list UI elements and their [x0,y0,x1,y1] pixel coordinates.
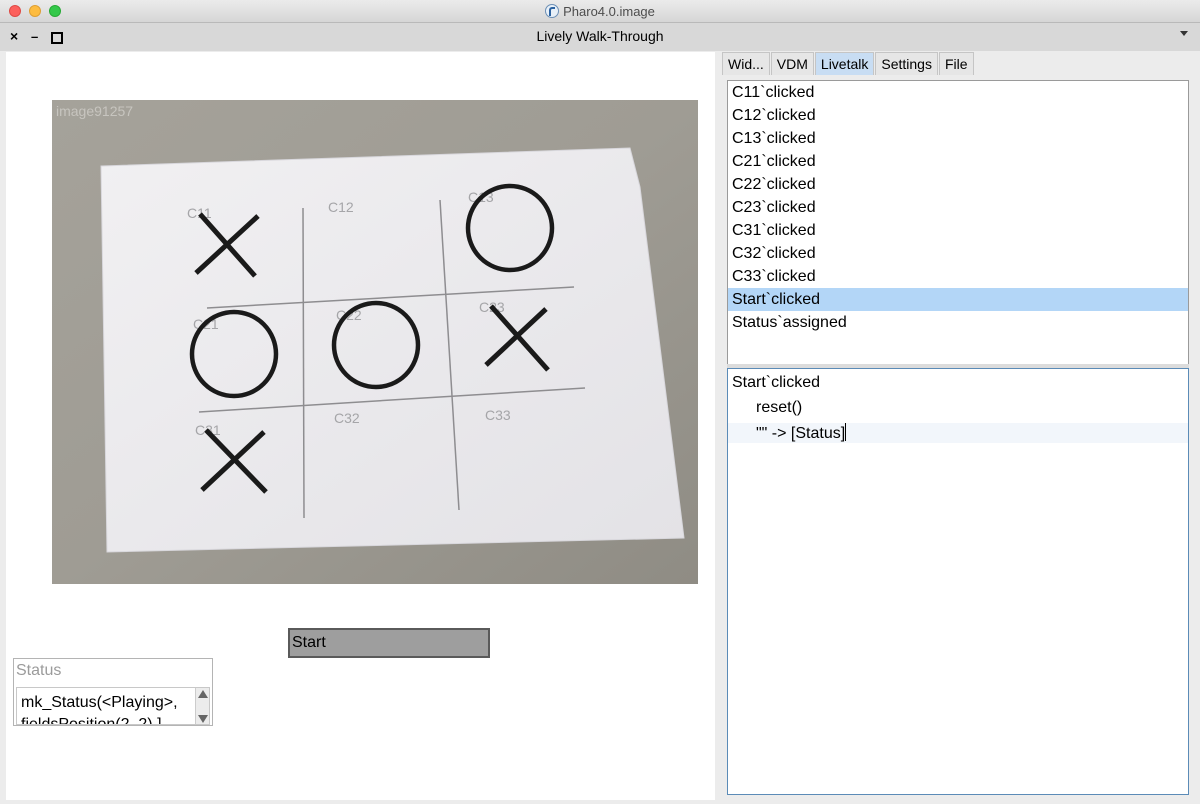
pharo-window-title: Lively Walk-Through [536,28,664,44]
list-item[interactable]: Status`assigned [728,311,1188,334]
cell-label-c32: C32 [334,410,360,426]
tab-vdm[interactable]: VDM [770,52,814,75]
tab-file[interactable]: File [938,52,974,75]
list-item-selected[interactable]: Start`clicked [728,288,1188,311]
cell-label-c12: C12 [328,199,354,215]
scroll-down-arrow-icon[interactable] [198,715,208,723]
code-editor[interactable]: Start`clicked reset() "" -> [Status] [727,368,1189,795]
livetalk-panel: Wid... VDM Livetalk Settings File C11`cl… [719,52,1200,804]
code-line-3-text: "" -> [Status] [756,425,846,442]
list-item[interactable]: C31`clicked [728,219,1188,242]
pharo-logo-icon [545,4,560,18]
list-item[interactable]: C23`clicked [728,196,1188,219]
tab-livetalk[interactable]: Livetalk [814,52,875,75]
cell-label-c33: C33 [485,407,511,423]
scroll-up-arrow-icon[interactable] [198,690,208,698]
start-button[interactable]: Start [288,628,490,658]
code-line-3: "" -> [Status] [728,423,1188,443]
list-item[interactable]: C21`clicked [728,150,1188,173]
window-title: Pharo4.0.image [0,4,1200,19]
code-line-1: Start`clicked [732,374,821,391]
list-item[interactable]: C33`clicked [728,265,1188,288]
list-item[interactable]: C32`clicked [728,242,1188,265]
tab-bar: Wid... VDM Livetalk Settings File [722,52,975,76]
mac-title-bar: Pharo4.0.image [0,0,1200,23]
code-line-2: reset() [756,399,803,416]
status-scrollbar[interactable] [195,688,209,724]
text-caret [845,423,847,441]
list-item[interactable]: C13`clicked [728,127,1188,150]
tab-widgets[interactable]: Wid... [722,52,770,75]
list-item[interactable]: C11`clicked [728,81,1188,104]
status-value-text: mk_Status(<Playing>, fieldsPosition(2, 2… [21,692,178,725]
status-widget: Status mk_Status(<Playing>, fieldsPositi… [13,658,213,726]
lively-canvas: image91257 C11 C12 C13 C21 C22 C23 C31 C… [6,52,715,800]
pharo-window-bar: × – Lively Walk-Through [0,23,1200,51]
status-value-line-1: mk_Status(<Playing>, [21,694,178,711]
status-value-line-2: fieldsPosition(2, 2) ] [21,716,162,725]
status-value-field[interactable]: mk_Status(<Playing>, fieldsPosition(2, 2… [16,687,210,725]
status-label: Status [16,662,62,679]
window-title-text: Pharo4.0.image [563,4,655,19]
list-item[interactable]: C22`clicked [728,173,1188,196]
list-item[interactable]: C12`clicked [728,104,1188,127]
tab-settings[interactable]: Settings [875,52,938,75]
window-menu-chevron-icon[interactable] [1180,31,1188,36]
photo-watermark: image91257 [56,103,133,119]
event-list: C11`clicked C12`clicked C13`clicked C21`… [727,80,1189,365]
tic-tac-toe-photo[interactable]: image91257 C11 C12 C13 C21 C22 C23 C31 C… [52,100,698,584]
cell-label-c11: C11 [187,205,212,221]
